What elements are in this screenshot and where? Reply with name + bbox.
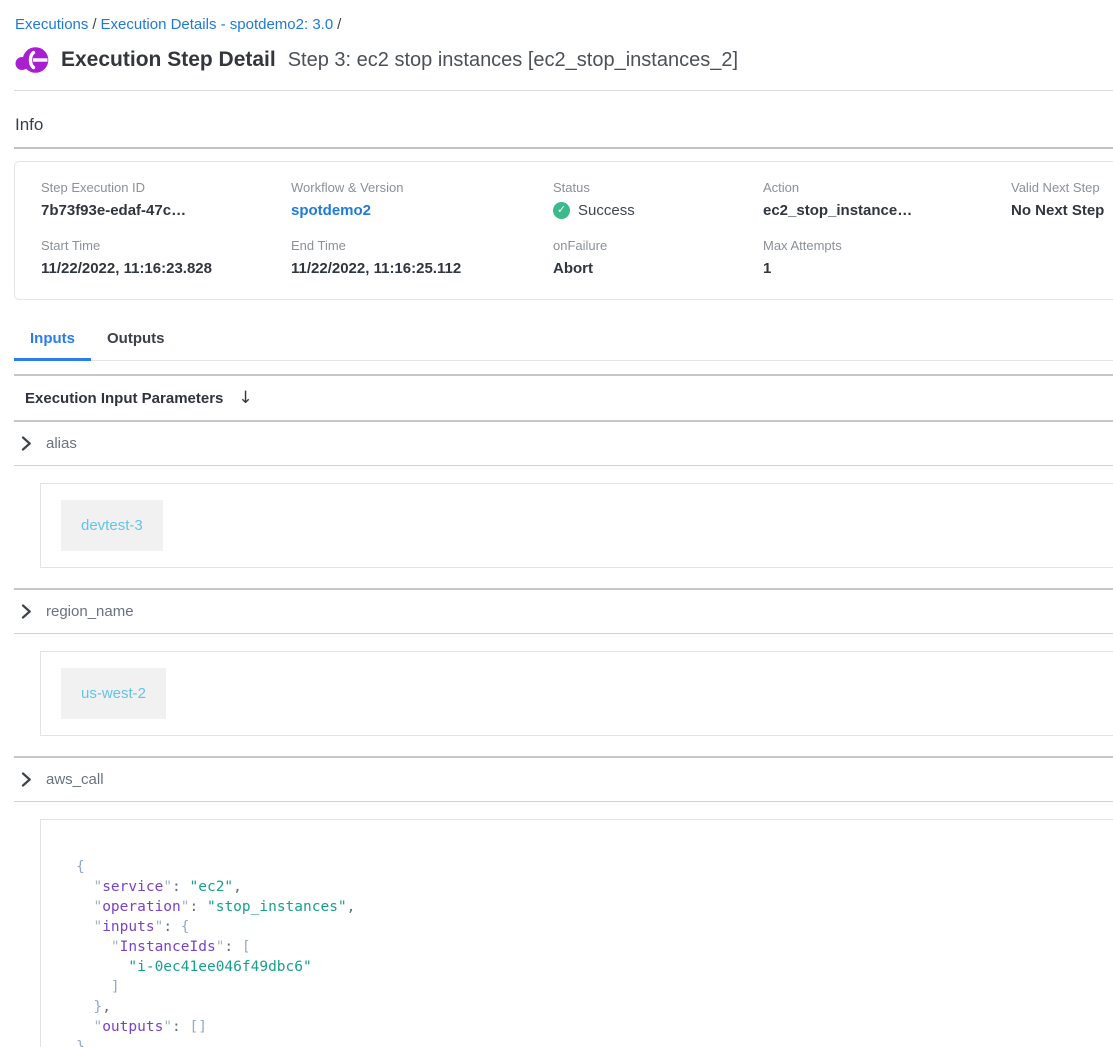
alias-value-chip: devtest-3 [61, 500, 163, 551]
field-label: Workflow & Version [291, 180, 553, 195]
field-value: Abort [553, 260, 763, 277]
info-divider [14, 147, 1113, 149]
field-label: End Time [291, 238, 553, 253]
field-end-time: End Time 11/22/2022, 11:16:25.112 [291, 238, 553, 277]
breadcrumb: Executions/Execution Details - spotdemo2… [0, 0, 1113, 33]
info-card: Step Execution ID 7b73f93e-edaf-47c… Wor… [14, 161, 1113, 300]
header-divider [14, 90, 1113, 91]
field-label: Action [763, 180, 1011, 195]
arrow-down-icon[interactable]: ↓ [238, 388, 252, 408]
value-box: devtest-3 [40, 483, 1113, 568]
field-label: Status [553, 180, 763, 195]
field-label: Step Execution ID [41, 180, 291, 195]
page-subtitle: Step 3: ec2 stop instances [ec2_stop_ins… [288, 49, 738, 72]
tab-outputs[interactable]: Outputs [91, 320, 181, 361]
code-line: }, [76, 997, 1113, 1017]
code-line: "outputs": [] [76, 1017, 1113, 1037]
section-body: us-west-2 [14, 634, 1113, 756]
code-line: "operation": "stop_instances", [76, 897, 1113, 917]
code-line: "InstanceIds": [ [76, 937, 1113, 957]
info-heading: Info [15, 115, 1113, 135]
field-workflow-version: Workflow & Version spotdemo2 [291, 180, 553, 219]
field-status: Status ✓ Success [553, 180, 763, 219]
code-line: "i-0ec41ee046f49dbc6" [76, 957, 1113, 977]
success-check-icon: ✓ [553, 202, 570, 219]
workflow-link[interactable]: spotdemo2 [291, 202, 553, 219]
chevron-right-icon [21, 436, 32, 451]
value-box: us-west-2 [40, 651, 1113, 736]
param-section-alias: alias devtest-3 [14, 422, 1113, 588]
section-name: region_name [46, 603, 134, 620]
execution-input-parameters-row: Execution Input Parameters ↓ [14, 374, 1113, 422]
tab-bar: Inputs Outputs [14, 320, 1113, 361]
field-valid-next-step: Valid Next Step No Next Step [1011, 180, 1113, 219]
code-line: } [76, 1037, 1113, 1047]
section-toggle-aws-call[interactable]: aws_call [14, 756, 1113, 802]
code-line: ] [76, 977, 1113, 997]
field-max-attempts: Max Attempts 1 [763, 238, 1011, 277]
breadcrumb-separator: / [333, 16, 345, 33]
code-line: { [76, 857, 1113, 877]
field-label: Start Time [41, 238, 291, 253]
chevron-right-icon [21, 772, 32, 787]
field-label: Max Attempts [763, 238, 1011, 253]
field-action: Action ec2_stop_instance… [763, 180, 1011, 219]
param-section-aws-call: aws_call { "service": "ec2", "operation"… [14, 756, 1113, 1047]
section-body: { "service": "ec2", "operation": "stop_i… [14, 802, 1113, 1047]
field-value: 7b73f93e-edaf-47c… [41, 202, 291, 219]
brand-logo-icon [14, 45, 49, 75]
field-onfailure: onFailure Abort [553, 238, 763, 277]
section-toggle-alias[interactable]: alias [14, 422, 1113, 466]
field-value: ec2_stop_instance… [763, 202, 1011, 219]
execution-input-parameters-heading: Execution Input Parameters [25, 390, 223, 407]
breadcrumb-link-execution-details[interactable]: Execution Details - spotdemo2: 3.0 [101, 16, 334, 33]
json-code-block: { "service": "ec2", "operation": "stop_i… [40, 819, 1113, 1047]
section-name: aws_call [46, 771, 104, 788]
breadcrumb-link-executions[interactable]: Executions [15, 16, 88, 33]
field-value: No Next Step [1011, 202, 1113, 219]
page-title: Execution Step Detail [61, 48, 276, 72]
param-section-region-name: region_name us-west-2 [14, 588, 1113, 756]
field-label: Valid Next Step [1011, 180, 1113, 195]
field-value: 11/22/2022, 11:16:25.112 [291, 260, 553, 277]
status-badge: ✓ Success [553, 202, 763, 219]
breadcrumb-separator: / [88, 16, 100, 33]
field-start-time: Start Time 11/22/2022, 11:16:23.828 [41, 238, 291, 277]
status-text: Success [578, 202, 635, 219]
code-line: "service": "ec2", [76, 877, 1113, 897]
tab-inputs[interactable]: Inputs [14, 320, 91, 361]
page-header: Execution Step Detail Step 3: ec2 stop i… [14, 45, 1113, 75]
section-toggle-region-name[interactable]: region_name [14, 588, 1113, 634]
code-line: "inputs": { [76, 917, 1113, 937]
field-label: onFailure [553, 238, 763, 253]
field-empty [1011, 238, 1113, 277]
field-value: 11/22/2022, 11:16:23.828 [41, 260, 291, 277]
region-name-value-chip: us-west-2 [61, 668, 166, 719]
section-name: alias [46, 435, 77, 452]
section-body: devtest-3 [14, 466, 1113, 588]
field-value: 1 [763, 260, 1011, 277]
field-step-execution-id: Step Execution ID 7b73f93e-edaf-47c… [41, 180, 291, 219]
chevron-right-icon [21, 604, 32, 619]
